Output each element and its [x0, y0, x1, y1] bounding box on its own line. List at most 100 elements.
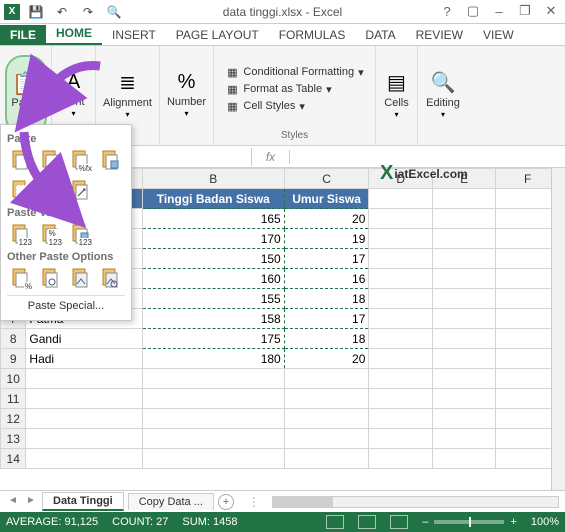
view-page-break-button[interactable]	[390, 515, 408, 529]
paste-linked-picture-option[interactable]	[97, 265, 123, 291]
cell[interactable]: 150	[142, 249, 284, 269]
cell[interactable]	[26, 389, 142, 409]
cell[interactable]	[432, 349, 496, 369]
paste-picture-option[interactable]	[67, 265, 93, 291]
cell[interactable]: Hadi	[26, 349, 142, 369]
paste-values-number-option[interactable]: %123	[37, 221, 63, 247]
number-button[interactable]: %Number▾	[164, 55, 209, 135]
cell[interactable]	[496, 309, 560, 329]
cell[interactable]	[432, 409, 496, 429]
cell[interactable]: 16	[284, 269, 369, 289]
cell[interactable]	[369, 369, 433, 389]
cell[interactable]	[369, 229, 433, 249]
cell[interactable]	[369, 289, 433, 309]
cell[interactable]	[496, 189, 560, 209]
cells-button[interactable]: ▤Cells▾	[380, 55, 413, 135]
zoom-control[interactable]: – +	[422, 516, 517, 528]
cell[interactable]: 18	[284, 289, 369, 309]
cell[interactable]: 17	[284, 249, 369, 269]
print-preview-button[interactable]: 🔍	[104, 2, 124, 22]
cell[interactable]: 160	[142, 269, 284, 289]
cell[interactable]	[496, 249, 560, 269]
cell-styles-button[interactable]: ▦Cell Styles ▾	[223, 99, 365, 114]
cell[interactable]	[432, 189, 496, 209]
conditional-formatting-button[interactable]: ▦Conditional Formatting ▾	[223, 65, 365, 80]
cell[interactable]: 180	[142, 349, 284, 369]
tab-split-handle[interactable]: ⋮	[248, 495, 260, 509]
cell[interactable]	[26, 449, 142, 469]
cell[interactable]	[369, 269, 433, 289]
cell[interactable]	[369, 249, 433, 269]
cell[interactable]	[496, 229, 560, 249]
cell[interactable]	[369, 349, 433, 369]
format-as-table-button[interactable]: ▦Format as Table ▾	[223, 82, 365, 97]
cell[interactable]: 155	[142, 289, 284, 309]
ribbon-options-button[interactable]: ▢	[461, 0, 485, 22]
cell[interactable]	[496, 389, 560, 409]
editing-button[interactable]: 🔍Editing▾	[422, 55, 464, 135]
cell[interactable]: 165	[142, 209, 284, 229]
cell[interactable]	[142, 429, 284, 449]
cell[interactable]	[432, 309, 496, 329]
tab-home[interactable]: HOME	[46, 23, 102, 45]
tab-view[interactable]: VIEW	[473, 25, 524, 45]
paste-link-option[interactable]	[37, 265, 63, 291]
cell[interactable]	[496, 269, 560, 289]
cell[interactable]	[284, 409, 369, 429]
paste-values-source-option[interactable]: 123	[67, 221, 93, 247]
redo-button[interactable]: ↷	[78, 2, 98, 22]
cell[interactable]: Tinggi Badan Siswa	[142, 189, 284, 209]
row-header[interactable]: 12	[1, 409, 26, 429]
cell[interactable]	[142, 449, 284, 469]
fx-button[interactable]: fx	[252, 150, 290, 164]
cell[interactable]	[369, 429, 433, 449]
cell[interactable]	[284, 449, 369, 469]
row-header[interactable]: 10	[1, 369, 26, 389]
cell[interactable]	[432, 329, 496, 349]
tab-data[interactable]: DATA	[355, 25, 405, 45]
alignment-button[interactable]: ≣Alignment▾	[105, 55, 151, 135]
cell[interactable]	[369, 189, 433, 209]
paste-formatting-option[interactable]: %	[7, 265, 33, 291]
cell[interactable]	[496, 209, 560, 229]
cell[interactable]: Umur Siswa	[284, 189, 369, 209]
cell[interactable]	[142, 409, 284, 429]
row-header[interactable]: 11	[1, 389, 26, 409]
cell[interactable]	[369, 409, 433, 429]
cell[interactable]: 19	[284, 229, 369, 249]
minimize-button[interactable]: –	[487, 0, 511, 22]
column-header[interactable]: F	[496, 169, 560, 189]
cell[interactable]	[432, 229, 496, 249]
cell[interactable]	[432, 369, 496, 389]
undo-button[interactable]: ↶	[52, 2, 72, 22]
column-header[interactable]: C	[284, 169, 369, 189]
cell[interactable]	[496, 349, 560, 369]
cell[interactable]	[496, 409, 560, 429]
cell[interactable]	[369, 309, 433, 329]
paste-special-menu[interactable]: Paste Special...	[7, 295, 125, 316]
cell[interactable]: 170	[142, 229, 284, 249]
cell[interactable]	[496, 329, 560, 349]
cell[interactable]	[369, 329, 433, 349]
cell[interactable]	[284, 389, 369, 409]
cell[interactable]	[369, 449, 433, 469]
cell[interactable]: 20	[284, 209, 369, 229]
restore-button[interactable]: ❐	[513, 0, 537, 22]
tab-formulas[interactable]: FORMULAS	[269, 25, 356, 45]
cell[interactable]	[432, 269, 496, 289]
name-box[interactable]	[132, 148, 252, 166]
cell[interactable]: 18	[284, 329, 369, 349]
horizontal-scrollbar[interactable]	[272, 496, 559, 508]
cell[interactable]	[284, 429, 369, 449]
paste-keep-source-option[interactable]	[97, 147, 123, 173]
cell[interactable]: 175	[142, 329, 284, 349]
sheet-tab-copy-data[interactable]: Copy Data ...	[128, 493, 214, 510]
cell[interactable]	[496, 429, 560, 449]
cell[interactable]	[432, 209, 496, 229]
tab-review[interactable]: REVIEW	[406, 25, 473, 45]
cell[interactable]	[369, 389, 433, 409]
sheet-nav-prev[interactable]: ◄	[6, 495, 20, 509]
view-page-layout-button[interactable]	[358, 515, 376, 529]
row-header[interactable]: 8	[1, 329, 26, 349]
row-header[interactable]: 9	[1, 349, 26, 369]
